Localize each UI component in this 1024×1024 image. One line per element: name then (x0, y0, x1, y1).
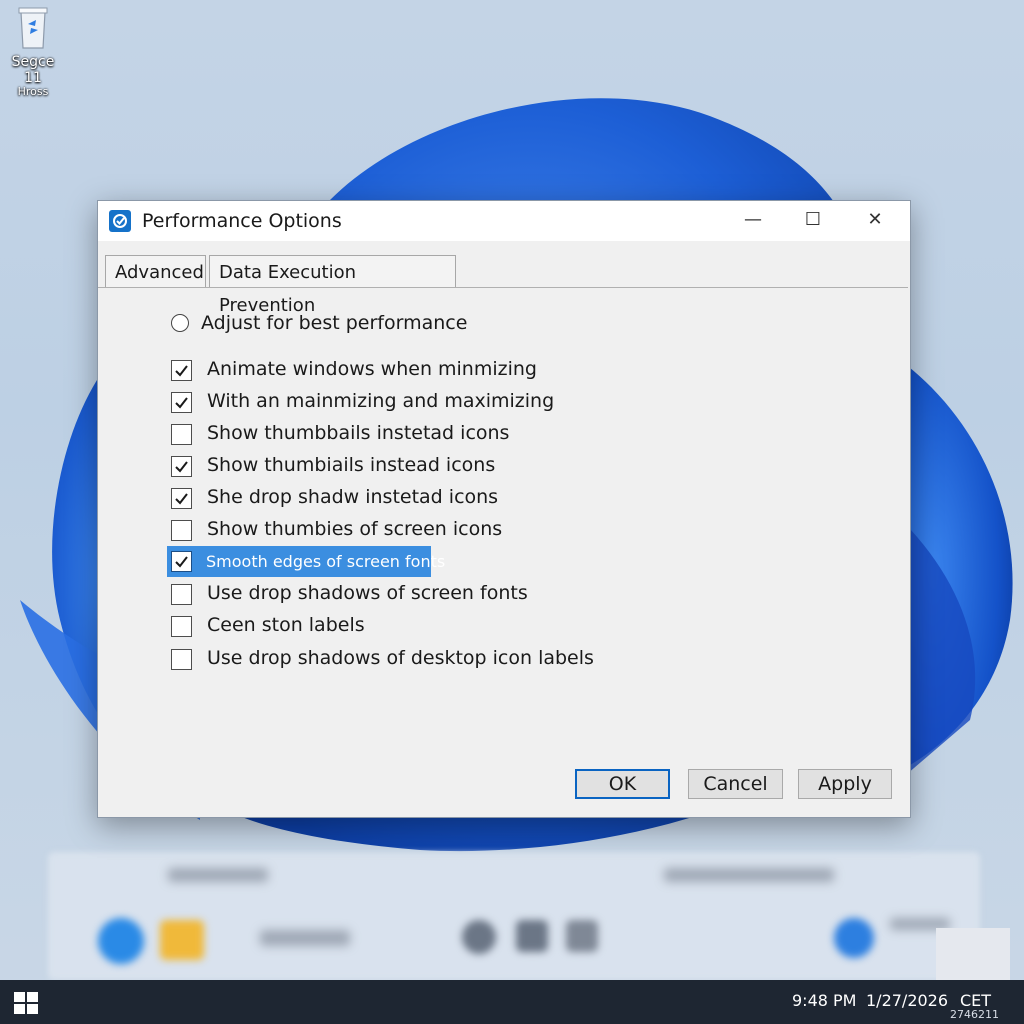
checkbox-checked[interactable] (171, 456, 192, 477)
radio-button[interactable] (171, 314, 189, 332)
option-label: Smooth edges of screen fonts (206, 552, 446, 571)
close-button[interactable]: ✕ (844, 201, 906, 241)
minimize-button[interactable]: — (722, 201, 784, 241)
maximize-icon: ☐ (804, 209, 822, 230)
option-label: Ceen ston labels (207, 614, 365, 636)
checkmark-icon (175, 365, 188, 377)
blurred-edge-icon (98, 918, 144, 964)
checkbox-checked[interactable] (171, 360, 192, 381)
option-label: Show thumbies of screen icons (207, 518, 503, 540)
blurred-text (664, 868, 834, 882)
apply-button[interactable]: Apply (798, 769, 892, 799)
blurred-icon (516, 920, 548, 952)
blurred-icon (566, 920, 598, 952)
desktop-icon-sublabel: Hross (17, 85, 49, 99)
checkbox-unchecked[interactable] (171, 649, 192, 670)
tab-advanced[interactable]: Advanced (105, 255, 206, 287)
clock-date[interactable]: 1/27/2026 (866, 991, 948, 1010)
checkbox-unchecked[interactable] (171, 424, 192, 445)
blurred-text (168, 868, 268, 882)
close-icon: ✕ (867, 209, 883, 230)
tab-divider (98, 287, 908, 288)
checkmark-icon (175, 397, 188, 409)
checkbox-unchecked[interactable] (171, 616, 192, 637)
option-label: Use drop shadows of desktop icon labels (207, 647, 594, 669)
checkbox-unchecked[interactable] (171, 584, 192, 605)
performance-options-dialog: Performance Options — ☐ ✕ Advanced Data … (97, 200, 911, 818)
option-label: She drop shadw instetad icons (207, 486, 499, 508)
checkbox-checked[interactable] (171, 551, 192, 572)
checkbox-checked[interactable] (171, 488, 192, 509)
checkbox-unchecked[interactable] (171, 520, 192, 541)
clock-time[interactable]: 9:48 PM (792, 991, 856, 1010)
blurred-icon (834, 918, 874, 958)
option-label: Show thumbbails instetad icons (207, 422, 510, 444)
recycle-bin-desktop-icon[interactable]: Segce 11 Hross (2, 6, 64, 99)
blurred-folder-icon (160, 920, 204, 960)
ok-button[interactable]: OK (575, 769, 670, 799)
checkbox-checked[interactable] (171, 392, 192, 413)
option-label: Animate windows when minmizing (207, 358, 537, 380)
checkmark-icon (175, 556, 188, 568)
blurred-text (260, 930, 350, 946)
blurred-icon (462, 920, 496, 954)
radio-label: Adjust for best performance (201, 312, 468, 334)
option-label: Use drop shadows of screen fonts (207, 582, 528, 604)
cancel-button[interactable]: Cancel (688, 769, 783, 799)
windows-start-icon[interactable] (14, 992, 38, 1014)
dialog-title: Performance Options (142, 210, 342, 232)
maximize-button[interactable]: ☐ (782, 201, 844, 241)
performance-options-icon (109, 210, 131, 232)
option-label: With an mainmizing and maximizing (207, 390, 555, 412)
taskbar: 9:48 PM 1/27/2026 CET 2746211 (0, 980, 1024, 1024)
minimize-icon: — (744, 209, 762, 230)
checkmark-icon (175, 493, 188, 505)
desktop-icon-label: Segce 11 (11, 54, 55, 87)
clock-subtext: 2746211 (950, 1008, 999, 1021)
title-bar[interactable]: Performance Options — ☐ ✕ (98, 201, 910, 241)
checkmark-icon (175, 461, 188, 473)
tab-data-execution-prevention[interactable]: Data Execution Prevention (209, 255, 456, 316)
option-label: Show thumbiails instead icons (207, 454, 496, 476)
recycle-bin-icon (17, 6, 49, 49)
